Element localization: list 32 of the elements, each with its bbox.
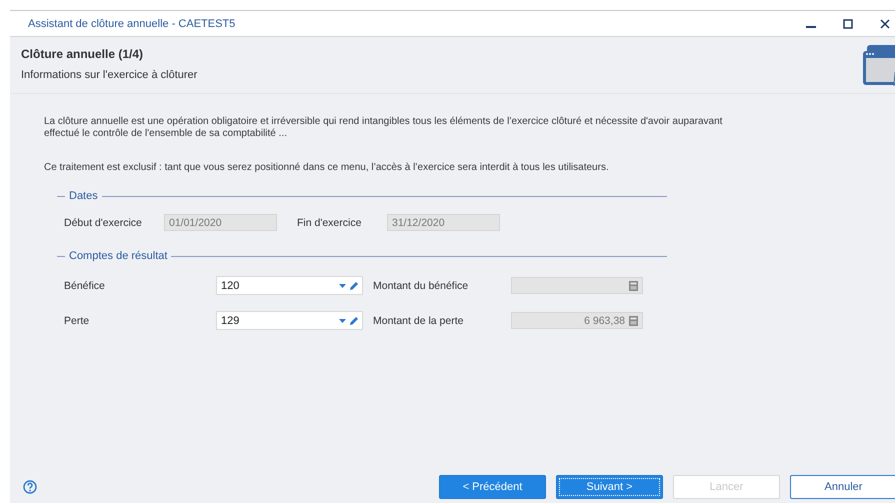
caret-icon (339, 318, 346, 322)
field-label: Montant de la perte (373, 314, 464, 326)
step-subtitle: Informations sur l'exercice à clôturer (21, 69, 198, 81)
info-paragraph: Ce traitement est exclusif : tant que vous serez positionné dans ce menu, l’accès à l’exercice sera interdit à tous les utilisateurs. (44, 162, 610, 174)
step-title: Clôture annuelle (1/4) (21, 47, 144, 61)
field-label: Perte (64, 314, 90, 326)
pencil-icon[interactable] (349, 316, 359, 326)
window-title: Assistant de clôture annuelle - CAETEST5 (28, 18, 236, 30)
wizard-button[interactable]: < Précédent (439, 475, 546, 499)
section-legend: Comptes de résultat (69, 250, 168, 262)
field-label: Bénéfice (64, 280, 106, 292)
caret-icon (339, 284, 346, 288)
amount-field: 6 963,38 (511, 312, 643, 329)
maximize-icon (843, 18, 853, 28)
pencil-icon[interactable] (349, 280, 359, 290)
calculator-icon (629, 280, 638, 290)
calculator-icon (629, 316, 638, 326)
date-field: 01/01/2020 (164, 214, 277, 231)
wizard-button[interactable]: Annuler (790, 475, 895, 499)
close-icon (880, 18, 890, 28)
minimize-icon (806, 26, 816, 28)
window-icon (863, 45, 895, 89)
field-label: Montant du bénéfice (373, 280, 470, 292)
field-label: Début d'exercice (64, 216, 143, 228)
section-legend: Dates (69, 190, 98, 202)
help-icon[interactable] (23, 480, 37, 494)
date-field: 31/12/2020 (387, 214, 500, 231)
wizard-button[interactable]: Suivant > (556, 475, 663, 499)
field-label: Fin d'exercice (297, 216, 362, 228)
account-combo[interactable]: 129 (216, 311, 363, 330)
account-combo[interactable]: 120 (216, 276, 363, 295)
info-paragraph: La clôture annuelle est une opération obligatoire et irréversible qui rend intangibles tous les éléments de l’exercice clôturé et nécessite d'avoir auparavant effectué le contrôle de l'ensemble de sa comptabilité ... (44, 116, 724, 140)
